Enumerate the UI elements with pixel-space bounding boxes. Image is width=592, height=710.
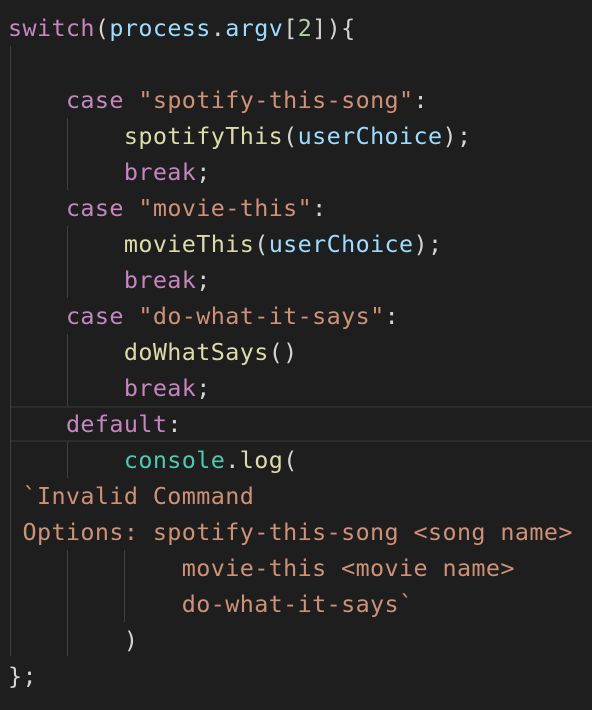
code-token: ( (283, 446, 298, 474)
code-token: ] (312, 14, 327, 42)
code-token: default (65, 410, 168, 438)
code-token: break (123, 158, 197, 186)
code-token: break (123, 374, 197, 402)
code-line: break; (8, 262, 211, 298)
code-line: break; (8, 370, 211, 406)
code-token: ; (196, 374, 211, 402)
code-token: Options: spotify-this-song <song name> (8, 518, 573, 546)
code-line: case "spotify-this-song": (8, 82, 428, 118)
code-token: do-what-it-says` (8, 590, 414, 618)
code-token: ( (254, 230, 269, 258)
code-token: console (123, 446, 226, 474)
code-token: userChoice (268, 230, 414, 258)
code-line: break; (8, 154, 211, 190)
code-token: "movie-this" (138, 194, 313, 222)
code-token: process (109, 14, 211, 42)
code-token: doWhatSays (123, 338, 269, 366)
code-line: }; (8, 658, 37, 694)
code-token: : (312, 194, 327, 222)
code-line: Options: spotify-this-song <song name> (8, 514, 573, 550)
code-line: switch(process.argv[2]){ (8, 10, 356, 46)
code-token: . (225, 446, 240, 474)
code-token: }; (8, 662, 37, 690)
code-line: `Invalid Command (8, 478, 254, 514)
code-token: { (341, 14, 356, 42)
code-line: console.log( (8, 442, 298, 478)
code-token: switch (8, 14, 95, 42)
code-token: : (413, 86, 429, 114)
code-token: ); (413, 230, 443, 258)
code-line: default: (8, 406, 182, 442)
code-line: movieThis(userChoice); (8, 226, 442, 262)
code-token: case (65, 194, 124, 222)
code-line: do-what-it-says` (8, 586, 414, 622)
code-token: ) (123, 626, 139, 654)
code-line: case "movie-this": (8, 190, 327, 226)
code-token: break (123, 266, 197, 294)
code-token: "do-what-it-says" (138, 302, 385, 330)
code-token: [ (283, 14, 298, 42)
code-token: argv (225, 14, 284, 42)
code-token: ); (442, 122, 472, 150)
code-token: case (65, 302, 124, 330)
code-token: movieThis (123, 230, 255, 258)
code-editor[interactable]: switch(process.argv[2]){ case "spotify-t… (0, 0, 592, 710)
code-token: `Invalid Command (8, 482, 255, 510)
code-token: ( (283, 122, 298, 150)
code-line: movie-this <movie name> (8, 550, 515, 586)
code-token: () (268, 338, 298, 366)
code-token: movie-this <movie name> (8, 554, 515, 582)
code-token: : (167, 410, 182, 438)
code-token: spotifyThis (123, 122, 284, 150)
code-token: log (239, 446, 284, 474)
code-token: : (384, 302, 400, 330)
code-token: userChoice (297, 122, 443, 150)
code-line: spotifyThis(userChoice); (8, 118, 471, 154)
code-line: case "do-what-it-says": (8, 298, 399, 334)
code-token: 2 (297, 14, 313, 42)
code-token: . (210, 14, 226, 42)
code-token: case (65, 86, 124, 114)
code-token: ) (326, 14, 342, 42)
code-token: ; (196, 158, 211, 186)
code-line: doWhatSays() (8, 334, 298, 370)
code-token: ; (196, 266, 211, 294)
code-token: ( (94, 14, 110, 42)
code-token: "spotify-this-song" (138, 86, 414, 114)
code-line: ) (8, 622, 138, 658)
